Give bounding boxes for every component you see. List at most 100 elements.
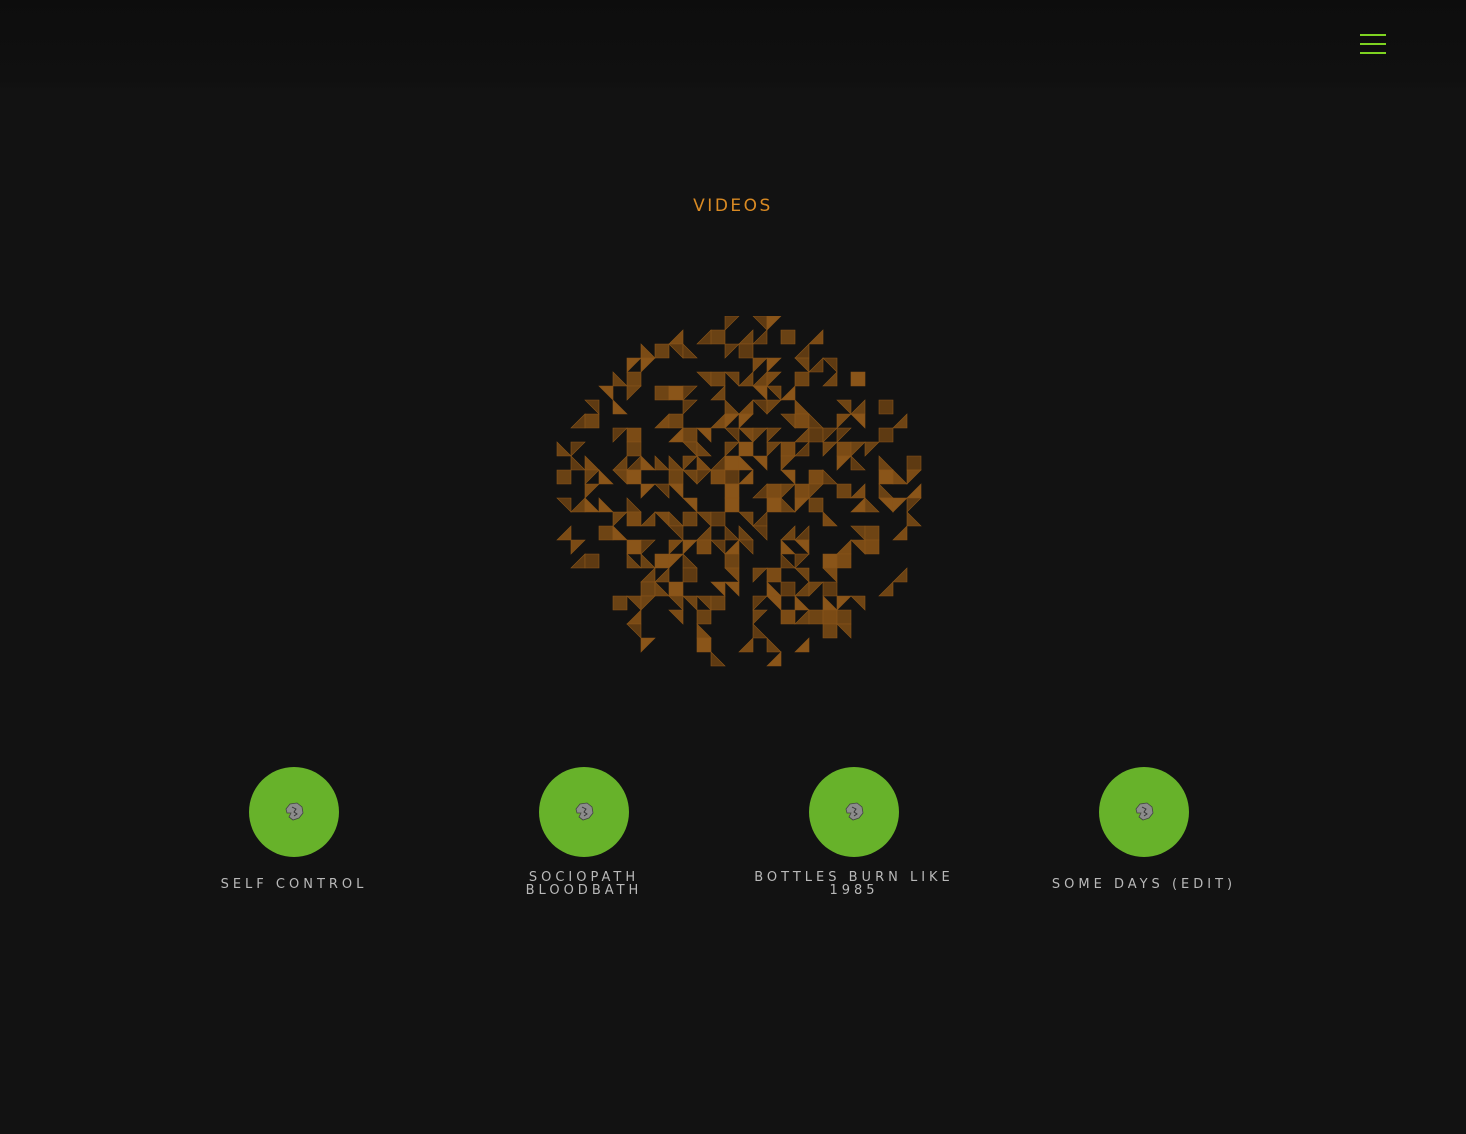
video-title[interactable]: SELF CONTROL [179,857,409,911]
mosaic-tile [626,357,642,373]
mosaic-tile [822,567,838,583]
mosaic-tile [864,539,880,555]
mosaic-tile [710,455,726,471]
mosaic-tile [738,427,754,443]
mosaic-tile [808,427,824,443]
video-thumbnail[interactable] [809,767,899,857]
mosaic-tile [738,399,754,415]
mosaic-tile [626,371,642,387]
mosaic-tile [878,469,894,485]
mosaic-tile [584,455,600,471]
mosaic-tile [598,525,614,541]
mosaic-tile [570,539,586,555]
mosaic-tile [724,497,740,513]
mosaic-tile [780,497,796,513]
mosaic-tile [724,567,740,583]
video-title[interactable]: SOME DAYS (EDIT) [1029,857,1259,911]
mosaic-tile [766,371,782,387]
video-item-self-control[interactable]: SELF CONTROL [164,767,424,911]
mosaic-tile [640,553,656,569]
video-item-sociopath-bloodbath[interactable]: SOCIOPATH BLOODBATH [454,767,714,911]
mosaic-tile [654,511,670,527]
video-thumbnail[interactable] [249,767,339,857]
mosaic-tile [878,483,894,499]
mosaic-tile [696,539,712,555]
mosaic-tile [738,525,754,541]
mosaic-tile [752,371,768,387]
mosaic-tile [640,343,656,359]
mosaic-tile [738,329,754,345]
mosaic-tile [584,483,600,499]
mosaic-tile [808,483,824,499]
mosaic-tile [738,539,754,555]
mosaic-tile [682,399,698,415]
mosaic-tile [780,385,796,401]
mosaic-tile [654,413,670,429]
mosaic-tile [794,497,810,513]
mosaic-tile [794,343,810,359]
video-thumbnail[interactable] [539,767,629,857]
mosaic-tile [612,371,628,387]
mosaic-tile [668,343,684,359]
mosaic-tile [710,511,726,527]
mosaic-tile [766,483,782,499]
mosaic-tile [822,553,838,569]
mosaic-tile [570,455,586,471]
mosaic-tile [724,581,740,597]
mosaic-tile [836,595,852,611]
video-title[interactable]: SOCIOPATH BLOODBATH [519,857,649,911]
mosaic-tile [836,553,852,569]
mosaic-tile [780,581,796,597]
video-item-some-days-edit[interactable]: SOME DAYS (EDIT) [1014,767,1274,911]
mosaic-tile [752,316,768,331]
mosaic-tile [850,455,866,471]
mosaic-tile [780,413,796,429]
hamburger-menu-button[interactable] [1358,32,1388,58]
mosaic-tile [822,623,838,639]
mosaic-tile [556,497,572,513]
mosaic-tile [710,581,726,597]
mosaic-tile [724,469,740,485]
mosaic-tile [878,427,894,443]
mosaic-tile [696,469,712,485]
mosaic-tile [906,469,922,485]
mosaic-tile [766,441,782,457]
mosaic-tile [724,483,740,499]
menu-line [1360,43,1386,45]
mosaic-tile [696,455,712,471]
mosaic-tile [766,316,782,331]
video-item-bottles-burn-like-1985[interactable]: BOTTLES BURN LIKE 1985 [724,767,984,911]
mosaic-tile [836,609,852,625]
mosaic-tile [780,483,796,499]
mosaic-tile [738,343,754,359]
mosaic-tile [682,427,698,443]
mosaic-tile [654,385,670,401]
mosaic-tile [682,497,698,513]
mosaic-tile [626,497,642,513]
mosaic-tile [850,371,866,387]
mosaic-tile [724,427,740,443]
mosaic-tile [822,357,838,373]
mosaic-tile [794,637,810,653]
mosaic-tile [668,427,684,443]
video-title[interactable]: BOTTLES BURN LIKE 1985 [749,857,959,911]
mosaic-tile [626,441,642,457]
mosaic-tile [570,413,586,429]
mosaic-tile [836,455,852,471]
mosaic-tile [724,553,740,569]
mosaic-tile [710,371,726,387]
mosaic-tile [892,497,908,513]
mosaic-tile [668,581,684,597]
mosaic-tile [780,329,796,345]
mosaic-tile [682,595,698,611]
mosaic-tile [850,539,866,555]
mosaic-tile [626,455,642,471]
video-thumbnail[interactable] [1099,767,1189,857]
mosaic-tile [668,329,684,345]
mosaic-tile [738,469,754,485]
mosaic-tile [598,469,614,485]
mosaic-tile [878,455,894,471]
mosaic-tile [752,609,768,625]
mosaic-tile [682,343,698,359]
menu-line [1360,52,1386,54]
